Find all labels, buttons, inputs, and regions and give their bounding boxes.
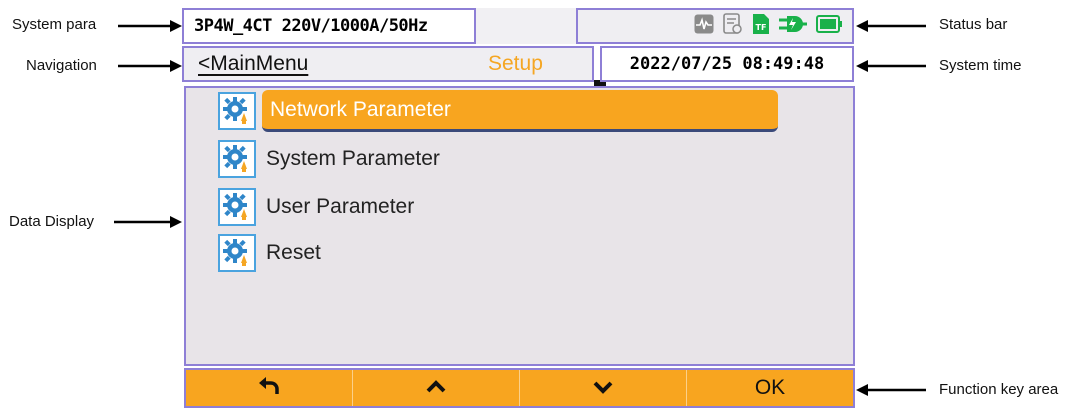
settings-gear-icon bbox=[218, 92, 256, 130]
battery-icon bbox=[816, 14, 842, 39]
back-arrow-icon bbox=[257, 375, 281, 401]
callout-status-bar: Status bar bbox=[939, 16, 1008, 33]
navigation-bar: <MainMenu Setup bbox=[182, 46, 594, 82]
system-time-text: 2022/07/25 08:49:48 bbox=[629, 54, 825, 74]
system-param-bar: 3P4W_4CT 220V/1000A/50Hz bbox=[182, 8, 476, 44]
arrow-system-para bbox=[118, 20, 182, 32]
function-key-area: OK bbox=[184, 368, 855, 408]
page-title: Setup bbox=[488, 52, 543, 75]
back-key[interactable] bbox=[186, 370, 353, 406]
callout-system-para: System para bbox=[12, 16, 97, 33]
status-bar: TF bbox=[576, 8, 854, 44]
settings-gear-icon bbox=[218, 140, 256, 178]
ok-key-label: OK bbox=[754, 376, 786, 399]
callout-navigation: Navigation bbox=[26, 57, 97, 74]
arrow-system-time bbox=[856, 60, 926, 72]
power-plug-icon bbox=[779, 14, 807, 39]
menu-item-user-parameter[interactable]: User Parameter bbox=[218, 186, 414, 228]
chevron-down-icon bbox=[592, 376, 614, 400]
report-icon bbox=[723, 12, 743, 40]
settings-gear-icon bbox=[218, 234, 256, 272]
menu-item-label: System Parameter bbox=[266, 147, 440, 170]
menu-item-system-parameter[interactable]: System Parameter bbox=[218, 138, 440, 180]
down-key[interactable] bbox=[520, 370, 687, 406]
ok-key[interactable]: OK bbox=[687, 370, 853, 406]
arrow-navigation bbox=[118, 60, 182, 72]
waveform-icon bbox=[694, 14, 714, 39]
data-display: Network Parameter System Parameter User … bbox=[184, 86, 855, 366]
menu-item-label: User Parameter bbox=[266, 195, 415, 218]
menu-item-label: Network Parameter bbox=[262, 90, 778, 132]
settings-gear-icon bbox=[218, 188, 256, 226]
tf-card-icon: TF bbox=[752, 13, 770, 40]
arrow-function-key-area bbox=[856, 384, 926, 396]
arrow-data-display bbox=[114, 216, 182, 228]
callout-function-key-area: Function key area bbox=[939, 381, 1059, 398]
back-to-mainmenu-link[interactable]: <MainMenu bbox=[198, 52, 308, 76]
menu-item-network-parameter[interactable]: Network Parameter bbox=[218, 90, 778, 132]
callout-data-display: Data Display bbox=[9, 213, 95, 230]
system-param-text: 3P4W_4CT 220V/1000A/50Hz bbox=[194, 16, 428, 36]
arrow-status-bar bbox=[856, 20, 926, 32]
header-spacer bbox=[476, 8, 576, 44]
menu-item-label: Reset bbox=[266, 241, 321, 264]
chevron-up-icon bbox=[425, 376, 447, 400]
system-time-bar: 2022/07/25 08:49:48 bbox=[600, 46, 854, 82]
tf-card-text: TF bbox=[756, 23, 767, 32]
up-key[interactable] bbox=[353, 370, 520, 406]
menu-item-reset[interactable]: Reset bbox=[218, 232, 321, 274]
callout-system-time: System time bbox=[939, 57, 1022, 74]
